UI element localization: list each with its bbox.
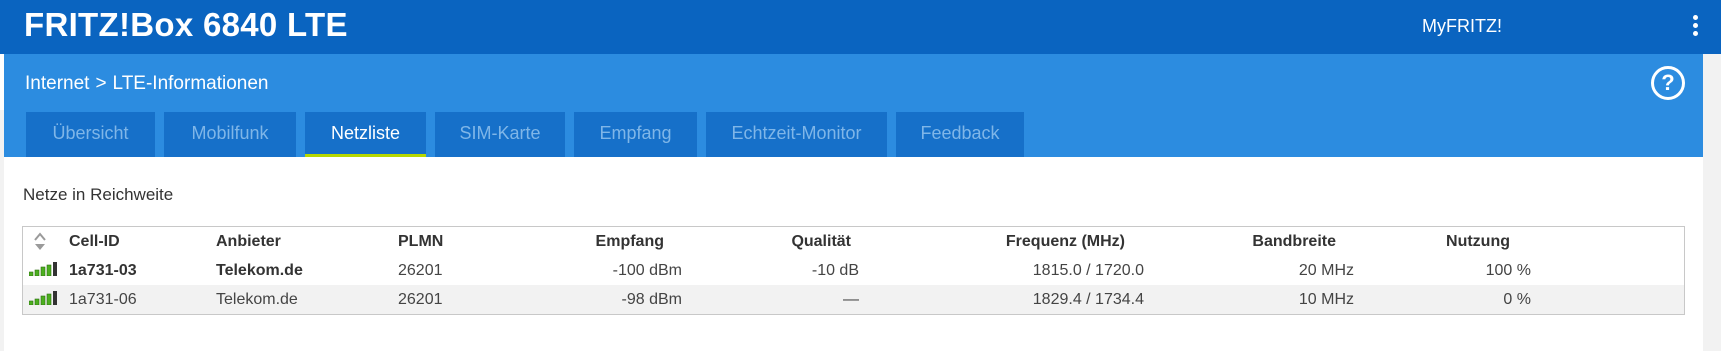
column-header-anbieter[interactable]: Anbieter — [216, 227, 281, 256]
signal-strength-icon — [29, 262, 57, 276]
nutzung: 100 % — [1485, 262, 1531, 279]
section-title: Netze in Reichweite — [23, 185, 174, 204]
plmn: 26201 — [398, 291, 443, 308]
breadcrumb: Internet > LTE-Informationen — [25, 73, 269, 95]
tab-feedback[interactable]: Feedback — [896, 112, 1024, 157]
app-title: FRITZ!Box 6840 LTE — [24, 6, 348, 43]
frequenz: 1829.4 / 1734.4 — [1032, 291, 1144, 308]
column-header-qualitaet[interactable]: Qualität — [791, 227, 851, 256]
breadcrumb-parent[interactable]: Internet — [25, 73, 89, 94]
breadcrumb-separator: > — [95, 73, 107, 94]
empfang: -100 dBm — [612, 262, 682, 279]
main-content: Netze in Reichweite Cell-ID Anbieter PLM… — [4, 157, 1703, 351]
cell-id: 1a731-03 — [69, 262, 137, 279]
qualitaet: -10 dB — [811, 262, 859, 279]
plmn: 26201 — [398, 262, 443, 279]
empfang: -98 dBm — [621, 291, 682, 308]
tab-netzliste[interactable]: Netzliste — [305, 112, 426, 157]
network-table: Cell-ID Anbieter PLMN Empfang Qualität F… — [22, 226, 1685, 315]
top-bar: FRITZ!Box 6840 LTE MyFRITZ! — [0, 0, 1721, 54]
help-icon[interactable]: ? — [1651, 66, 1685, 100]
column-header-plmn[interactable]: PLMN — [398, 227, 443, 256]
frequenz: 1815.0 / 1720.0 — [1032, 262, 1144, 279]
myfritz-link[interactable]: MyFRITZ! — [1422, 16, 1502, 37]
anbieter: Telekom.de — [216, 291, 298, 308]
cell-id: 1a731-06 — [69, 291, 137, 308]
sort-icon[interactable] — [33, 231, 47, 253]
table-header: Cell-ID Anbieter PLMN Empfang Qualität F… — [23, 227, 1684, 256]
tab-sim-karte[interactable]: SIM-Karte — [435, 112, 565, 157]
column-header-bandbreite[interactable]: Bandbreite — [1252, 227, 1336, 256]
column-header-empfang[interactable]: Empfang — [596, 227, 664, 256]
right-gutter — [1703, 54, 1721, 351]
tab-empfang[interactable]: Empfang — [574, 112, 697, 157]
kebab-menu-icon[interactable] — [1693, 15, 1699, 39]
breadcrumb-current: LTE-Informationen — [112, 73, 269, 94]
tab-mobilfunk[interactable]: Mobilfunk — [164, 112, 296, 157]
tab-echtzeit-monitor[interactable]: Echtzeit-Monitor — [706, 112, 887, 157]
bandbreite: 20 MHz — [1298, 262, 1354, 279]
signal-strength-icon — [29, 291, 57, 305]
table-row: 1a731-03 Telekom.de 26201 -100 dBm -10 d… — [23, 256, 1684, 285]
column-header-nutzung[interactable]: Nutzung — [1446, 227, 1510, 256]
qualitaet: — — [843, 291, 859, 308]
anbieter: Telekom.de — [216, 262, 303, 279]
table-row: 1a731-06 Telekom.de 26201 -98 dBm — 1829… — [23, 285, 1684, 314]
tab-uebersicht[interactable]: Übersicht — [26, 112, 155, 157]
page-header: Internet > LTE-Informationen ? Übersicht M… — [4, 54, 1703, 157]
nutzung: 0 % — [1503, 291, 1531, 308]
column-header-cell-id[interactable]: Cell-ID — [69, 227, 120, 256]
bandbreite: 10 MHz — [1298, 291, 1354, 308]
column-header-frequenz[interactable]: Frequenz (MHz) — [1006, 227, 1125, 256]
